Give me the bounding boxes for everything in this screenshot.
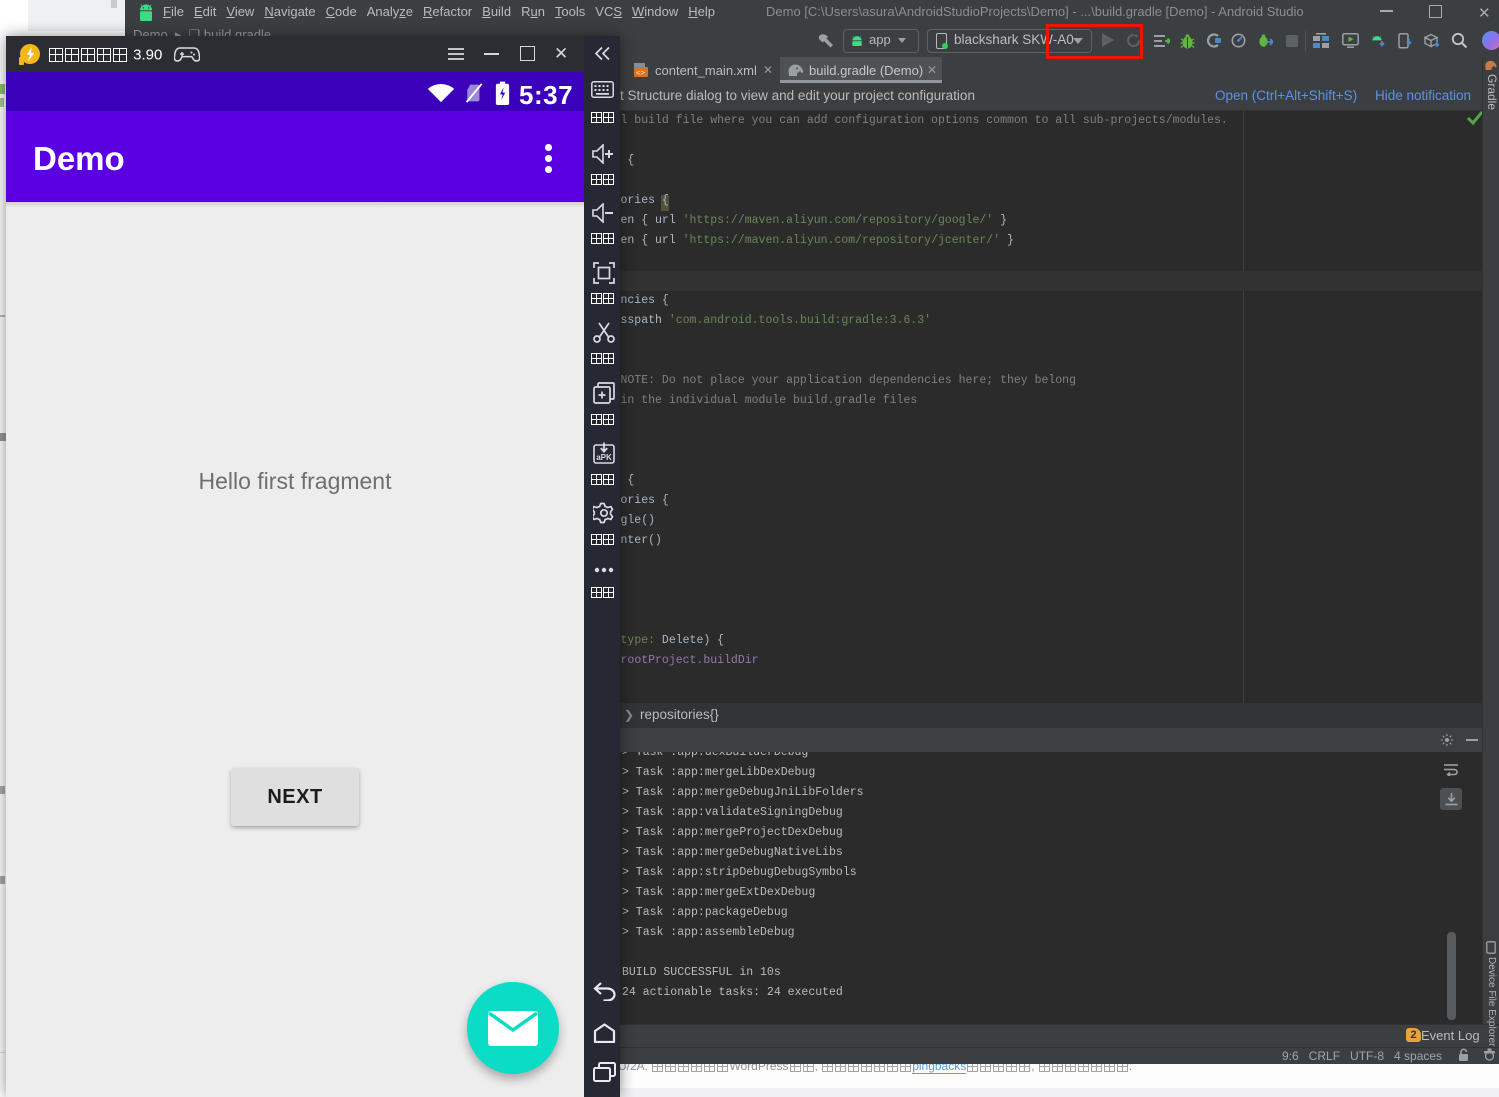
svg-text:aPK: aPK (596, 453, 612, 462)
svg-text:<>: <> (636, 70, 646, 78)
